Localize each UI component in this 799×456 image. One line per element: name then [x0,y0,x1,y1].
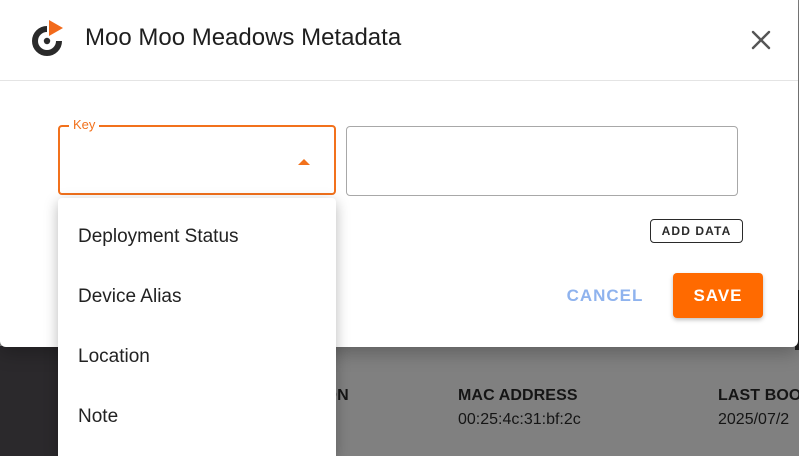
column-value: 00:25:4c:31:bf:2c [458,411,581,428]
value-input[interactable] [347,127,737,195]
menu-item-device-alias[interactable]: Device Alias [58,267,336,327]
background-sidebar [0,346,58,456]
close-icon[interactable] [748,27,774,53]
value-field[interactable] [346,126,738,196]
column-header: MAC ADDRESS [458,387,578,404]
dialog-header: Moo Moo Meadows Metadata [0,0,798,81]
background-column-mac: MAC ADDRESS 00:25:4c:31:bf:2c [458,387,581,429]
cancel-button[interactable]: CANCEL [560,276,650,316]
menu-item-note[interactable]: Note [58,387,336,447]
key-select[interactable]: Key [58,117,336,195]
key-dropdown-menu: Deployment Status Device Alias Location … [58,198,336,456]
caret-up-icon [298,159,310,165]
menu-item-deployment-status[interactable]: Deployment Status [58,207,336,267]
add-data-button[interactable]: ADD DATA [650,219,743,243]
save-button[interactable]: SAVE [673,273,763,318]
key-label: Key [69,117,100,132]
column-value: 2025/07/2 [718,411,790,428]
menu-item-location[interactable]: Location [58,327,336,387]
background-column-last-boot: LAST BOO 2025/07/2 [718,387,799,429]
column-header: LAST BOO [718,387,799,404]
dialog-title: Moo Moo Meadows Metadata [85,24,402,51]
power-play-logo-icon [27,20,67,60]
